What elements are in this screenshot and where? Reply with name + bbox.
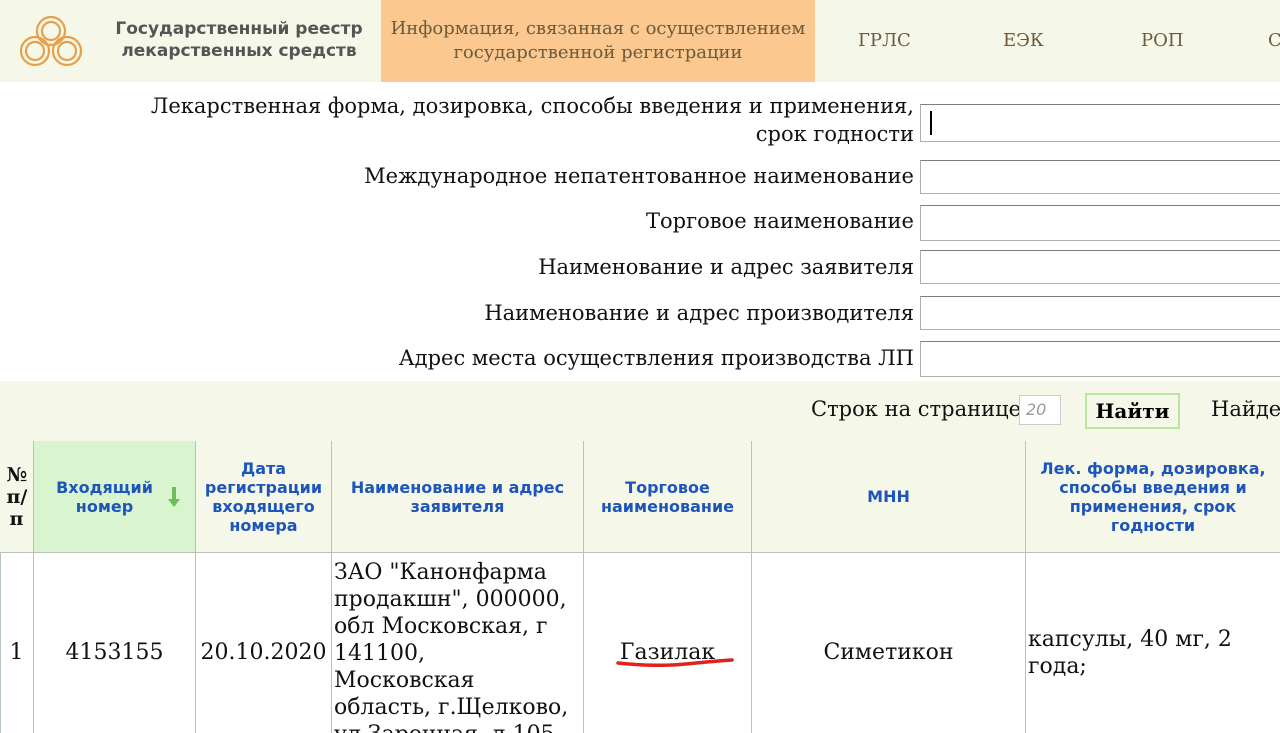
top-header: Государственный реестр лекарственных сре… [0, 0, 1280, 82]
red-underline-annotation [616, 658, 734, 667]
column-header-trade-name[interactable]: Торговое наименование [584, 441, 752, 553]
column-header-incoming-label: Входящий номер [56, 477, 153, 516]
cell-trade-name[interactable]: Газилак [584, 553, 752, 733]
dosage-input[interactable] [920, 104, 1280, 142]
cell-applicant-text: ЗАО "Канонфарма продакшн", 000000, обл М… [334, 560, 569, 733]
results-table: № п/п Входящий номер Дата регистрации вх… [0, 441, 1280, 733]
cell-num: 1 [0, 553, 34, 733]
trade-label: Торговое наименование [646, 209, 914, 233]
dosage-label-line-2: срок годности [755, 122, 914, 146]
column-header-form-label: Лек. форма, дозировка, способы введения … [1040, 458, 1266, 535]
column-header-num-label: № п/п [6, 463, 28, 530]
rows-per-page-label: Строк на странице: [811, 397, 1029, 421]
text-caret [930, 111, 932, 135]
rows-per-page-input[interactable]: 20 [1019, 395, 1061, 425]
nav-item-rop[interactable]: РОП [1141, 0, 1184, 82]
inn-input[interactable] [920, 160, 1280, 194]
find-button[interactable]: Найти [1085, 393, 1180, 429]
column-header-incoming[interactable]: Входящий номер [34, 441, 196, 553]
applicant-label: Наименование и адрес заявителя [538, 255, 914, 279]
logo-rings-icon[interactable] [11, 12, 91, 72]
cell-incoming: 4153155 [34, 553, 196, 733]
column-header-applicant[interactable]: Наименование и адрес заявителя [332, 441, 584, 553]
nav-item-eek[interactable]: ЕЭК [1003, 0, 1044, 82]
column-header-num[interactable]: № п/п [0, 441, 34, 553]
cell-mnn: Симетикон [752, 553, 1026, 733]
sort-down-arrow-icon[interactable] [167, 485, 181, 509]
brand-line-2: лекарственных средств [121, 41, 357, 61]
brand-line-1: Государственный реестр [115, 19, 363, 39]
nav-active-line-2: государственной регистрации [453, 42, 743, 63]
cell-applicant: ЗАО "Канонфарма продакшн", 000000, обл М… [332, 553, 584, 733]
dosage-label-line-1: Лекарственная форма, дозировка, способы … [150, 94, 914, 118]
cell-form: капсулы, 40 мг, 2 года; [1026, 553, 1280, 733]
trade-name-input[interactable] [920, 205, 1280, 241]
column-header-applicant-label: Наименование и адрес заявителя [350, 477, 565, 516]
column-header-mnn-label: МНН [867, 487, 910, 506]
site-input[interactable] [920, 341, 1280, 377]
brand-title[interactable]: Государственный реестр лекарственных сре… [98, 18, 380, 62]
cell-date: 20.10.2020 [196, 553, 332, 733]
column-header-mnn[interactable]: МНН [752, 441, 1026, 553]
column-header-date-label: Дата регистрации входящего номера [204, 458, 323, 535]
pager-bar: Строк на странице: 20 Найти Найде [0, 381, 1280, 441]
nav-active-line-1: Информация, связанная с осуществлением [390, 18, 806, 39]
dosage-label: Лекарственная форма, дозировка, способы … [151, 92, 914, 148]
applicant-input[interactable] [920, 250, 1280, 284]
column-header-form[interactable]: Лек. форма, дозировка, способы введения … [1026, 441, 1280, 553]
column-header-date[interactable]: Дата регистрации входящего номера [196, 441, 332, 553]
cell-form-text: капсулы, 40 мг, 2 года; [1028, 626, 1232, 679]
site-label: Адрес места осуществления производства Л… [398, 346, 914, 370]
nav-item-s[interactable]: С [1268, 0, 1280, 82]
nav-item-grls[interactable]: ГРЛС [858, 0, 911, 82]
manufacturer-label: Наименование и адрес производителя [484, 301, 914, 325]
nav-item-registration-info[interactable]: Информация, связанная с осуществлением г… [381, 0, 815, 82]
column-header-trade-label: Торговое наименование [600, 477, 735, 516]
manufacturer-input[interactable] [920, 296, 1280, 330]
inn-label: Международное непатентованное наименован… [364, 164, 914, 188]
found-count-label: Найде [1211, 397, 1280, 421]
